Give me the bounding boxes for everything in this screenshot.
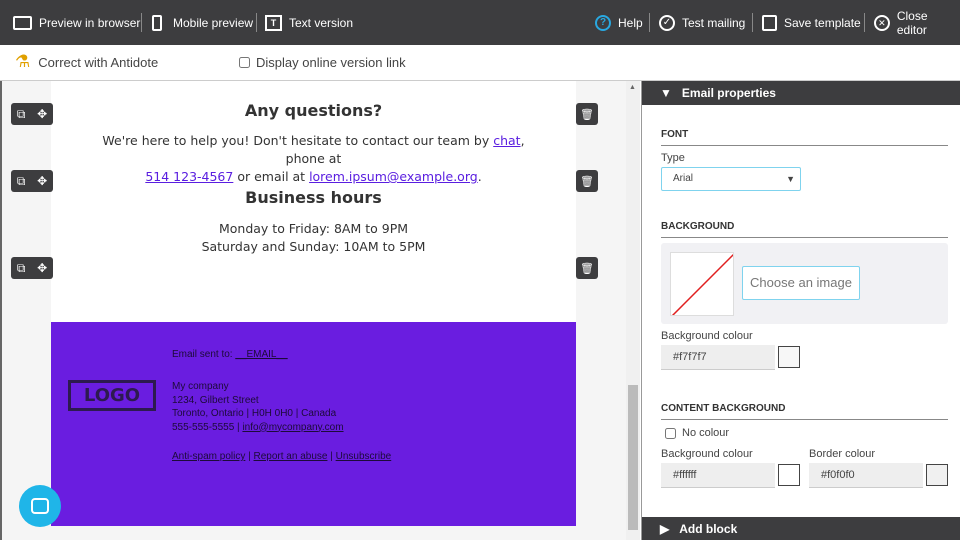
chevron-down-icon: ▼: [786, 174, 795, 184]
save-template-button[interactable]: Save template: [762, 0, 861, 45]
move-icon[interactable]: ✥: [37, 174, 47, 188]
trash-icon[interactable]: 🗑: [576, 170, 598, 192]
test-mailing-button[interactable]: ✓ Test mailing: [659, 0, 745, 45]
mobile-preview-button[interactable]: Mobile preview: [152, 0, 253, 45]
phone-link[interactable]: 514 123-4567: [145, 169, 233, 184]
block-tools: ⧉ ✥: [11, 257, 53, 279]
border-colour-input[interactable]: #f0f0f0: [809, 463, 923, 488]
text-version-button[interactable]: T Text version: [265, 0, 353, 45]
online-link-checkbox[interactable]: [239, 57, 250, 68]
sub-toolbar: ⚗ Correct with Antidote Display online ve…: [0, 45, 960, 81]
bg-colour-swatch[interactable]: [778, 346, 800, 368]
text-icon: T: [265, 14, 282, 31]
questions-text: We're here to help you! Don't hesitate t…: [102, 133, 525, 184]
move-icon[interactable]: ✥: [37, 107, 47, 121]
background-section-title: BACKGROUND: [661, 221, 948, 238]
font-section-title: FONT: [661, 129, 948, 146]
email-body: Any questions? We're here to help you! D…: [51, 81, 576, 526]
move-icon[interactable]: ✥: [37, 261, 47, 275]
chat-link[interactable]: chat: [493, 133, 520, 148]
no-image-preview: [670, 252, 734, 316]
chat-widget-button[interactable]: [19, 485, 61, 527]
type-label: Type: [661, 152, 685, 164]
bg-colour-label: Background colour: [661, 330, 753, 342]
monitor-icon: [13, 15, 32, 30]
content-bg-swatch[interactable]: [778, 464, 800, 486]
contact-link[interactable]: info@mycompany.com: [242, 422, 343, 433]
preview-browser-button[interactable]: Preview in browser: [13, 0, 140, 45]
canvas-scrollbar[interactable]: ▲: [626, 81, 640, 540]
sent-email-link[interactable]: __EMAIL__: [235, 349, 287, 360]
help-icon: ?: [595, 14, 611, 31]
border-colour-label: Border colour: [809, 448, 876, 460]
sent-to: Email sent to: __EMAIL__: [172, 349, 288, 360]
copy-icon[interactable]: ⧉: [17, 107, 26, 122]
triangle-down-icon: ▼: [660, 86, 672, 100]
close-circle-icon: ✕: [874, 14, 890, 31]
email-link[interactable]: lorem.ipsum@example.org: [309, 169, 478, 184]
questions-title: Any questions?: [244, 101, 383, 120]
choose-image-button[interactable]: Choose an image: [742, 266, 860, 300]
company-info: My company 1234, Gilbert Street Toronto,…: [172, 381, 344, 433]
phone-icon: [152, 14, 162, 31]
copy-icon[interactable]: ⧉: [17, 261, 26, 276]
logo: LOGO: [68, 380, 156, 411]
top-toolbar: Preview in browser Mobile preview T Text …: [0, 0, 960, 45]
content-bg-label: Background colour: [661, 448, 753, 460]
add-block-header[interactable]: ▶ Add block: [642, 517, 960, 540]
email-canvas: Any questions? We're here to help you! D…: [0, 81, 626, 540]
antidote-button[interactable]: ⚗ Correct with Antidote: [15, 52, 158, 72]
email-footer: Email sent to: __EMAIL__ LOGO My company…: [51, 322, 576, 526]
hours-weekend: Saturday and Sunday: 10AM to 5PM: [201, 239, 426, 254]
hours-weekday: Monday to Friday: 8AM to 9PM: [218, 221, 409, 236]
report-abuse-link[interactable]: Report an abuse: [254, 451, 328, 462]
content-background-title: CONTENT BACKGROUND: [661, 403, 948, 420]
trash-icon[interactable]: 🗑: [576, 257, 598, 279]
antispam-link[interactable]: Anti-spam policy: [172, 451, 245, 462]
footer-links: Anti-spam policy | Report an abuse | Uns…: [172, 451, 392, 462]
bg-colour-input[interactable]: #f7f7f7: [661, 345, 775, 370]
save-icon: [762, 14, 777, 31]
content-bg-input[interactable]: #ffffff: [661, 463, 775, 488]
border-colour-swatch[interactable]: [926, 464, 948, 486]
unsubscribe-link[interactable]: Unsubscribe: [336, 451, 392, 462]
copy-icon[interactable]: ⧉: [17, 174, 26, 189]
check-circle-icon: ✓: [659, 14, 675, 31]
block-tools: ⧉ ✥: [11, 103, 53, 125]
background-image-area: Choose an image: [661, 243, 948, 324]
no-colour-checkbox[interactable]: [665, 427, 676, 439]
hours-title: Business hours: [245, 188, 382, 207]
help-button[interactable]: ? Help: [595, 0, 643, 45]
no-colour-option[interactable]: No colour: [665, 427, 729, 439]
close-editor-button[interactable]: ✕ Close editor: [874, 0, 960, 45]
online-link-option[interactable]: Display online version link: [239, 55, 406, 70]
font-type-select[interactable]: Arial ▼: [661, 167, 801, 191]
properties-panel: ▼ Email properties FONT Type Arial ▼ BACKG…: [641, 81, 960, 540]
chat-icon: [31, 498, 49, 514]
email-properties-header[interactable]: ▼ Email properties: [642, 81, 960, 105]
triangle-right-icon: ▶: [660, 521, 670, 536]
flask-icon: ⚗: [15, 52, 31, 71]
trash-icon[interactable]: 🗑: [576, 103, 598, 125]
block-tools: ⧉ ✥: [11, 170, 53, 192]
